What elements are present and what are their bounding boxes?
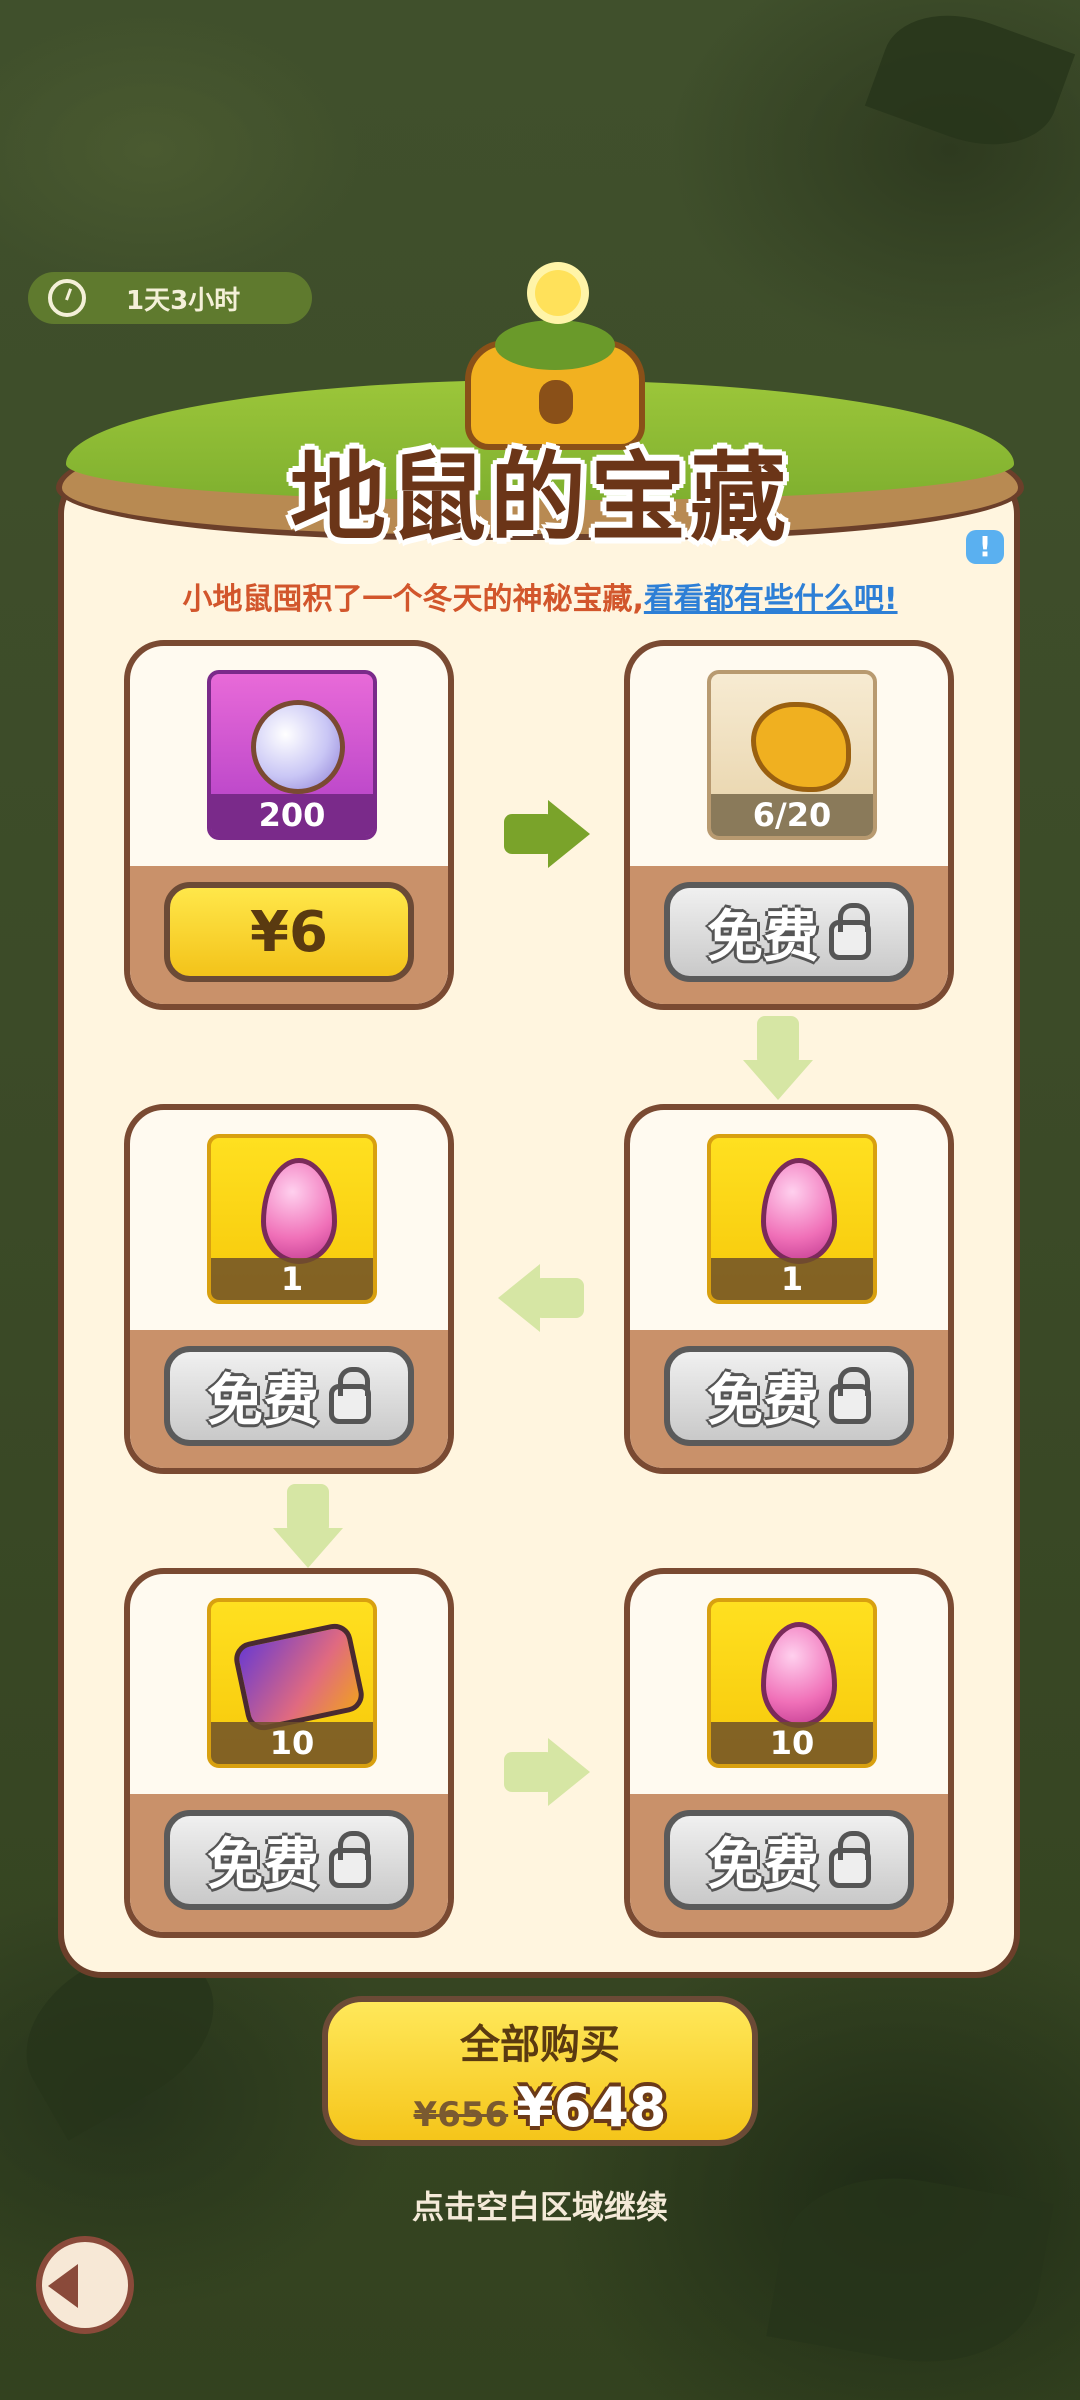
free-claim-button[interactable]: 免费	[664, 1346, 914, 1446]
reward-card-1: 200 ¥6	[124, 640, 454, 1010]
reward-card-2: 6/20 免费	[624, 640, 954, 1010]
lock-icon	[329, 1831, 371, 1888]
arrow-right-icon	[504, 800, 590, 868]
clock-icon	[48, 279, 86, 317]
timer-text: 1天3小时	[126, 285, 241, 316]
back-arrow-icon[interactable]	[36, 2236, 134, 2334]
reward-count: 10	[211, 1722, 373, 1764]
golden-chick-icon: 6/20	[707, 670, 877, 840]
free-claim-button[interactable]: 免费	[664, 882, 914, 982]
lock-icon	[329, 1367, 371, 1424]
arrow-left-icon	[498, 1264, 584, 1332]
pink-gem-icon: 10	[707, 1598, 877, 1768]
puzzle-piece-icon: 10	[207, 1598, 377, 1768]
reward-count: 200	[211, 794, 373, 836]
lock-icon	[829, 1367, 871, 1424]
arrow-right-icon	[504, 1738, 590, 1806]
free-claim-button[interactable]: 免费	[664, 1810, 914, 1910]
continue-hint: 点击空白区域继续	[411, 2188, 668, 2226]
old-price: ¥656	[413, 2095, 509, 2135]
free-button-label: 免费	[707, 1368, 819, 1434]
free-button-label: 免费	[207, 1368, 319, 1434]
reward-count: 10	[711, 1722, 873, 1764]
info-icon[interactable]: !	[966, 530, 1004, 564]
free-claim-button[interactable]: 免费	[164, 1346, 414, 1446]
free-button-label: 免费	[207, 1832, 319, 1898]
pink-gem-icon: 1	[707, 1134, 877, 1304]
event-timer: 1天3小时	[28, 272, 312, 324]
panel-title: 地鼠的宝藏	[290, 442, 790, 554]
free-button-label: 免费	[707, 904, 819, 970]
buy-all-label: 全部购买	[460, 2022, 620, 2068]
panel-subtitle: 小地鼠囤积了一个冬天的神秘宝藏,看看都有些什么吧!	[0, 574, 1080, 618]
reward-count: 6/20	[711, 794, 873, 836]
subtitle-text: 小地鼠囤积了一个冬天的神秘宝藏,	[182, 582, 644, 617]
reward-count: 1	[711, 1258, 873, 1300]
pink-gem-icon: 1	[207, 1134, 377, 1304]
reward-card-4: 1 免费	[124, 1104, 454, 1474]
free-button-label: 免费	[707, 1832, 819, 1898]
arrow-down-icon	[273, 1484, 343, 1568]
reward-card-3: 1 免费	[624, 1104, 954, 1474]
subtitle-link[interactable]: 看看都有些什么吧!	[644, 582, 898, 617]
lock-icon	[829, 903, 871, 960]
buy-all-button[interactable]: 全部购买 ¥656 ¥648	[322, 1996, 758, 2146]
new-price: ¥648	[516, 2076, 667, 2139]
free-claim-button[interactable]: 免费	[164, 1810, 414, 1910]
reward-card-6: 10 免费	[624, 1568, 954, 1938]
reward-count: 1	[211, 1258, 373, 1300]
buy-button-label: ¥6	[250, 899, 328, 965]
buy-button[interactable]: ¥6	[164, 882, 414, 982]
arrow-down-icon	[743, 1016, 813, 1100]
pearl-icon: 200	[207, 670, 377, 840]
lock-icon	[829, 1831, 871, 1888]
reward-card-5: 10 免费	[124, 1568, 454, 1938]
